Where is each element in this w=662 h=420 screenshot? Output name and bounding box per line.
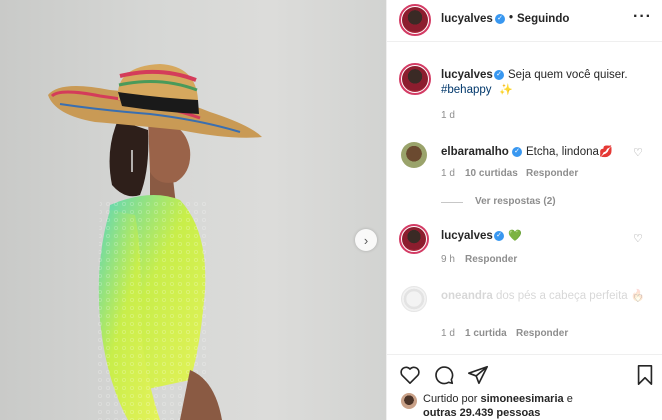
comment-like-icon[interactable]: ♡ (633, 292, 643, 305)
chevron-right-icon: › (363, 232, 369, 248)
comment-faded: oneandra dos pés a cabeça perfeita 🔥 (441, 288, 645, 302)
commenter-avatar[interactable] (401, 286, 427, 312)
commenter-avatar[interactable] (401, 142, 427, 168)
comment-time[interactable]: 1 d (441, 328, 455, 339)
caption-time[interactable]: 1 d (441, 110, 455, 121)
comment-time[interactable]: 9 h (441, 254, 455, 265)
author-username[interactable]: lucyalves (441, 13, 493, 25)
reply-button[interactable]: Responder (516, 328, 568, 339)
post-photo: › (0, 0, 386, 420)
comment-text: dos pés a cabeça perfeita 🔥 (495, 290, 646, 302)
liked-by-prefix: Curtido por (423, 393, 478, 405)
green-heart-emoji: 💚 (508, 230, 522, 242)
view-replies-button[interactable]: Ver respostas (2) (475, 196, 556, 207)
reply-button[interactable]: Responder (465, 254, 517, 265)
comment-icon[interactable] (433, 364, 455, 386)
comment-likes[interactable]: 1 curtida (465, 328, 507, 339)
reply-button[interactable]: Responder (526, 168, 578, 179)
caption-author[interactable]: lucyalves (441, 69, 493, 81)
sparkles-emoji: ✨ (499, 84, 513, 96)
comment-time[interactable]: 1 d (441, 168, 455, 179)
liked-by-line: Curtido por simoneesimaria e (423, 393, 573, 405)
caption-hashtag[interactable]: #behappy (441, 84, 492, 96)
follow-status[interactable]: Seguindo (517, 13, 569, 25)
comment-like-icon[interactable]: ♡ (633, 146, 643, 159)
verified-icon: ✓ (495, 14, 505, 24)
commenter-username[interactable]: oneandra (441, 290, 493, 302)
commenter-username[interactable]: lucyalves (441, 230, 493, 242)
author-avatar[interactable] (399, 4, 431, 36)
liked-by-avatar[interactable] (401, 393, 417, 409)
more-options-icon[interactable]: ··· (633, 8, 652, 26)
commenter-username[interactable]: elbaramalho (441, 146, 509, 158)
share-icon[interactable] (467, 364, 489, 386)
comment-likes[interactable]: 10 curtidas (465, 168, 518, 179)
post-header: lucyalves ✓ • Seguindo ··· (387, 0, 662, 42)
post-side-panel: lucyalves ✓ • Seguindo ··· lucyalves ✓ S… (386, 0, 662, 420)
follow-separator: • (509, 12, 514, 24)
comment-text: Etcha, lindona (526, 146, 599, 158)
kiss-emoji: 💋 (599, 146, 613, 158)
liked-by-user[interactable]: simoneesimaria (480, 393, 563, 405)
liked-by-connector: e (566, 393, 573, 405)
bookmark-icon[interactable] (635, 364, 655, 386)
commenter-avatar[interactable] (399, 224, 429, 254)
verified-icon: ✓ (494, 70, 504, 80)
caption-author-avatar[interactable] (399, 63, 431, 95)
verified-icon: ✓ (494, 231, 504, 241)
photo-illustration (48, 64, 262, 420)
replies-divider (441, 202, 463, 203)
comment-like-icon[interactable]: ♡ (633, 232, 643, 245)
heart-icon[interactable] (399, 365, 421, 385)
next-photo-button[interactable]: › (355, 229, 377, 251)
verified-icon: ✓ (512, 147, 522, 157)
liked-by-others[interactable]: outras 29.439 pessoas (423, 407, 540, 419)
caption-text: Seja quem você quiser. (508, 69, 628, 81)
